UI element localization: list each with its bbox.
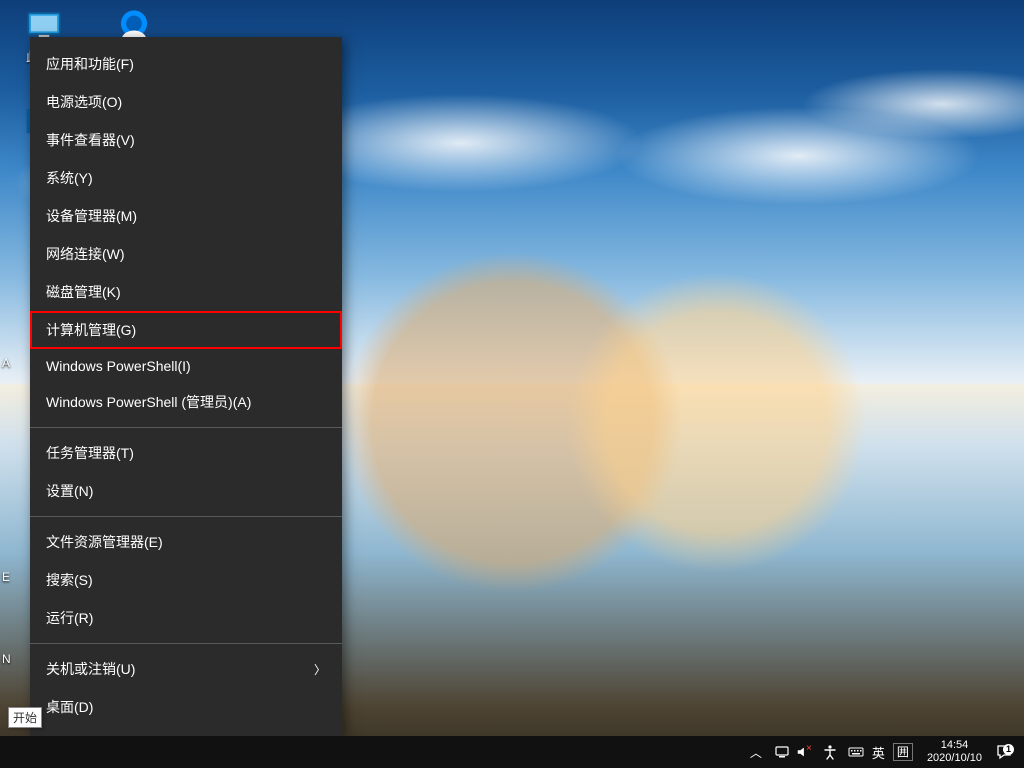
winx-item-label: 搜索(S) (46, 570, 93, 590)
winx-item-label: 电源选项(O) (46, 92, 122, 112)
tray-ease-of-access-icon[interactable] (818, 744, 842, 760)
winx-powershell[interactable]: Windows PowerShell(I) (30, 349, 342, 383)
winx-item-label: 计算机管理(G) (46, 320, 136, 340)
clock-time: 14:54 (941, 739, 969, 752)
winx-desktop[interactable]: 桌面(D) (30, 688, 342, 726)
winx-item-label: 系统(Y) (46, 168, 93, 188)
winx-item-label: Windows PowerShell (管理员)(A) (46, 392, 251, 412)
winx-search[interactable]: 搜索(S) (30, 561, 342, 599)
winx-run[interactable]: 运行(R) (30, 599, 342, 637)
partial-label-c: N (2, 652, 11, 666)
winx-separator (30, 427, 342, 428)
winx-settings[interactable]: 设置(N) (30, 472, 342, 510)
ime-lang-label: 英 (872, 743, 885, 762)
winx-device-manager[interactable]: 设备管理器(M) (30, 197, 342, 235)
chevron-right-icon: 〉 (314, 661, 326, 678)
winx-powershell-admin[interactable]: Windows PowerShell (管理员)(A) (30, 383, 342, 421)
winx-separator (30, 516, 342, 517)
taskbar-clock[interactable]: 14:54 2020/10/10 (919, 739, 990, 765)
partial-label-a: A (2, 356, 10, 370)
taskbar: ︿ × 英 囲 14:54 2020/10/10 1 (0, 736, 1024, 768)
ime-mode-label: 囲 (893, 743, 913, 761)
winx-item-label: 应用和功能(F) (46, 54, 134, 74)
action-center-button[interactable]: 1 (990, 744, 1018, 760)
winx-item-label: 设置(N) (46, 481, 93, 501)
keyboard-icon (848, 744, 864, 760)
winx-shutdown-signout[interactable]: 关机或注销(U) 〉 (30, 650, 342, 688)
winx-network-connections[interactable]: 网络连接(W) (30, 235, 342, 273)
chevron-up-icon: ︿ (750, 744, 762, 761)
tray-network-icon[interactable] (770, 744, 794, 760)
winx-system[interactable]: 系统(Y) (30, 159, 342, 197)
taskbar-right: ︿ × 英 囲 14:54 2020/10/10 1 (742, 736, 1024, 768)
notification-badge: 1 (1003, 744, 1014, 755)
winx-apps-and-features[interactable]: 应用和功能(F) (30, 45, 342, 83)
winx-computer-management[interactable]: 计算机管理(G) (30, 311, 342, 349)
winx-item-label: 文件资源管理器(E) (46, 532, 163, 552)
desktop-wallpaper[interactable]: 此电脑 QQ浏览器 (0, 0, 1024, 768)
mute-x-icon: × (806, 743, 812, 754)
tray-overflow-chevron[interactable]: ︿ (742, 744, 770, 761)
winx-power-options[interactable]: 电源选项(O) (30, 83, 342, 121)
winx-item-label: 设备管理器(M) (46, 206, 137, 226)
winx-context-menu: 应用和功能(F) 电源选项(O) 事件查看器(V) 系统(Y) 设备管理器(M)… (30, 37, 342, 736)
winx-event-viewer[interactable]: 事件查看器(V) (30, 121, 342, 159)
winx-item-label: 网络连接(W) (46, 244, 125, 264)
winx-item-label: 磁盘管理(K) (46, 282, 121, 302)
winx-separator (30, 643, 342, 644)
start-tooltip: 开始 (8, 707, 42, 728)
winx-item-label: 运行(R) (46, 608, 93, 628)
ime-indicator[interactable]: 英 囲 (842, 743, 919, 762)
winx-item-label: 桌面(D) (46, 697, 93, 717)
winx-item-label: Windows PowerShell(I) (46, 358, 191, 374)
winx-task-manager[interactable]: 任务管理器(T) (30, 434, 342, 472)
winx-item-label: 关机或注销(U) (46, 659, 135, 679)
winx-file-explorer[interactable]: 文件资源管理器(E) (30, 523, 342, 561)
clock-date: 2020/10/10 (927, 752, 982, 765)
tray-volume-muted-icon[interactable]: × (794, 745, 818, 759)
partial-label-b: E (2, 570, 10, 584)
winx-disk-management[interactable]: 磁盘管理(K) (30, 273, 342, 311)
winx-item-label: 任务管理器(T) (46, 443, 134, 463)
winx-item-label: 事件查看器(V) (46, 130, 135, 150)
